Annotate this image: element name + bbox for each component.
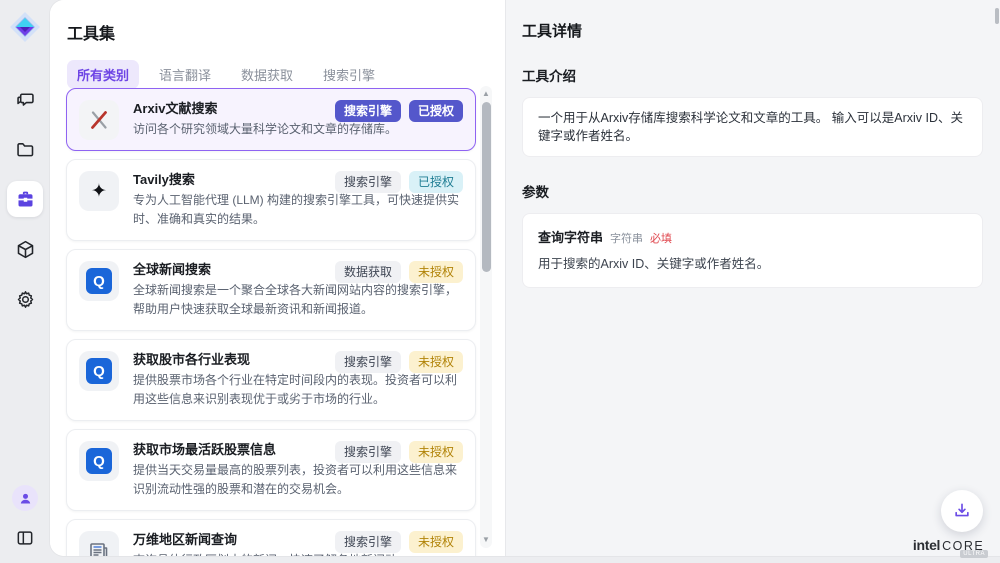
tool-icon-box: ✦ bbox=[79, 171, 119, 211]
download-button[interactable] bbox=[941, 490, 983, 532]
main-window: 工具集 所有类别语言翻译数据获取搜索引擎 Arxiv文献搜索 访问各个研究领域大… bbox=[50, 0, 1000, 556]
param-name: 查询字符串 bbox=[538, 227, 603, 246]
sidebar-item-tools[interactable] bbox=[7, 181, 43, 217]
category-badge: 搜索引擎 bbox=[335, 441, 401, 463]
tool-icon-box: Q bbox=[79, 441, 119, 481]
sparkle-icon: ✦ bbox=[91, 182, 107, 201]
tool-badges: 数据获取 未授权 bbox=[335, 261, 463, 283]
scroll-up-icon[interactable]: ▲ bbox=[480, 88, 492, 100]
sidebar-item-chat[interactable] bbox=[7, 81, 43, 117]
tool-description: 专为人工智能代理 (LLM) 构建的搜索引擎工具，可快速提供实时、准确和真实的结… bbox=[133, 191, 461, 229]
ultra-badge: ultra bbox=[960, 550, 988, 558]
tab-category-1[interactable]: 语言翻译 bbox=[149, 60, 221, 89]
tool-icon-box: Q bbox=[79, 261, 119, 301]
category-badge: 搜索引擎 bbox=[335, 100, 401, 122]
app-logo bbox=[9, 11, 41, 43]
tool-description: 提供当天交易量最高的股票列表，投资者可以利用这些信息来识别流动性强的股票和潜在的… bbox=[133, 461, 461, 499]
sidebar-item-account[interactable] bbox=[10, 483, 40, 513]
list-scrollbar[interactable]: ▲ ▼ bbox=[480, 86, 492, 548]
tool-description: 提供股票市场各个行业在特定时间段内的表现。投资者可以利用这些信息来识别表现优于或… bbox=[133, 371, 461, 409]
q-news-icon: Q bbox=[86, 448, 112, 474]
intel-wordmark: intel bbox=[913, 537, 940, 553]
gear-icon bbox=[15, 289, 36, 310]
app-window: 工具集 所有类别语言翻译数据获取搜索引擎 Arxiv文献搜索 访问各个研究领域大… bbox=[0, 0, 1000, 563]
toolset-panel: 工具集 所有类别语言翻译数据获取搜索引擎 Arxiv文献搜索 访问各个研究领域大… bbox=[50, 0, 505, 556]
arxiv-x-icon bbox=[87, 108, 111, 132]
tab-category-0[interactable]: 所有类别 bbox=[67, 60, 139, 89]
params-heading: 参数 bbox=[522, 181, 983, 201]
auth-status-badge: 已授权 bbox=[409, 171, 463, 193]
tool-badges: 搜索引擎 已授权 bbox=[335, 100, 463, 122]
category-badge: 搜索引擎 bbox=[335, 351, 401, 373]
q-news-icon: Q bbox=[86, 268, 112, 294]
package-icon bbox=[15, 239, 36, 260]
q-news-icon: Q bbox=[86, 358, 112, 384]
detail-title: 工具详情 bbox=[522, 20, 983, 41]
sidebar bbox=[0, 0, 50, 563]
tool-card-4[interactable]: Q 获取市场最活跃股票信息 提供当天交易量最高的股票列表，投资者可以利用这些信息… bbox=[66, 429, 476, 511]
chat-icon bbox=[15, 89, 36, 110]
tool-description: 全球新闻搜索是一个聚合全球各大新闻网站内容的搜索引擎，帮助用户快速获取全球最新资… bbox=[133, 281, 461, 319]
intro-text: 一个用于从Arxiv存储库搜索科学论文和文章的工具。 输入可以是Arxiv ID… bbox=[538, 109, 967, 145]
param-required-flag: 必填 bbox=[650, 230, 672, 246]
tab-category-3[interactable]: 搜索引擎 bbox=[313, 60, 385, 89]
tool-badges: 搜索引擎 未授权 bbox=[335, 531, 463, 553]
auth-status-badge: 未授权 bbox=[409, 441, 463, 463]
tool-card-5[interactable]: 万维地区新闻查询 查询具体行政区划内的新闻，快速了解各地新闻动 搜索引擎 未授权 bbox=[66, 519, 476, 556]
tool-icon-box bbox=[79, 100, 119, 140]
sidebar-item-packages[interactable] bbox=[7, 231, 43, 267]
param-card: 查询字符串 字符串 必填 用于搜索的Arxiv ID、关键字或作者姓名。 bbox=[522, 213, 983, 288]
download-icon bbox=[952, 501, 972, 521]
param-description: 用于搜索的Arxiv ID、关键字或作者姓名。 bbox=[538, 255, 967, 273]
sidebar-collapse-button[interactable] bbox=[10, 523, 40, 553]
tool-badges: 搜索引擎 未授权 bbox=[335, 351, 463, 373]
tool-card-1[interactable]: ✦ Tavily搜索 专为人工智能代理 (LLM) 构建的搜索引擎工具，可快速提… bbox=[66, 159, 476, 241]
tool-badges: 搜索引擎 未授权 bbox=[335, 441, 463, 463]
auth-status-badge: 未授权 bbox=[409, 531, 463, 553]
tool-card-0[interactable]: Arxiv文献搜索 访问各个研究领域大量科学论文和文章的存储库。 搜索引擎 已授… bbox=[66, 88, 476, 151]
tool-icon-box: Q bbox=[79, 351, 119, 391]
tool-detail-panel: 工具详情 工具介绍 一个用于从Arxiv存储库搜索科学论文和文章的工具。 输入可… bbox=[505, 0, 1000, 556]
intel-core-logo: intel core ultra bbox=[913, 537, 988, 558]
intro-heading: 工具介绍 bbox=[522, 65, 983, 85]
tool-description: 访问各个研究领域大量科学论文和文章的存储库。 bbox=[133, 120, 461, 139]
newspaper-icon bbox=[87, 539, 111, 556]
tool-card-2[interactable]: Q 全球新闻搜索 全球新闻搜索是一个聚合全球各大新闻网站内容的搜索引擎，帮助用户… bbox=[66, 249, 476, 331]
page-title: 工具集 bbox=[67, 20, 505, 44]
category-badge: 数据获取 bbox=[335, 261, 401, 283]
sidebar-item-files[interactable] bbox=[7, 131, 43, 167]
panel-layout-icon bbox=[15, 528, 35, 548]
auth-status-badge: 未授权 bbox=[409, 351, 463, 373]
tool-list: Arxiv文献搜索 访问各个研究领域大量科学论文和文章的存储库。 搜索引擎 已授… bbox=[66, 88, 476, 556]
toolbox-icon bbox=[15, 189, 36, 210]
tool-card-3[interactable]: Q 获取股市各行业表现 提供股票市场各个行业在特定时间段内的表现。投资者可以利用… bbox=[66, 339, 476, 421]
folder-icon bbox=[15, 139, 36, 160]
category-badge: 搜索引擎 bbox=[335, 531, 401, 553]
sidebar-item-settings[interactable] bbox=[7, 281, 43, 317]
tab-category-2[interactable]: 数据获取 bbox=[231, 60, 303, 89]
category-badge: 搜索引擎 bbox=[335, 171, 401, 193]
page-scrollbar-thumb[interactable] bbox=[995, 8, 999, 24]
intro-card: 一个用于从Arxiv存储库搜索科学论文和文章的工具。 输入可以是Arxiv ID… bbox=[522, 97, 983, 157]
auth-status-badge: 未授权 bbox=[409, 261, 463, 283]
tool-icon-box bbox=[79, 531, 119, 556]
user-avatar-icon bbox=[12, 485, 38, 511]
auth-status-badge: 已授权 bbox=[409, 100, 463, 122]
scrollbar-thumb[interactable] bbox=[482, 102, 491, 272]
param-type: 字符串 bbox=[610, 230, 643, 246]
tool-badges: 搜索引擎 已授权 bbox=[335, 171, 463, 193]
category-tabs: 所有类别语言翻译数据获取搜索引擎 bbox=[67, 60, 505, 89]
scroll-down-icon[interactable]: ▼ bbox=[480, 534, 492, 546]
